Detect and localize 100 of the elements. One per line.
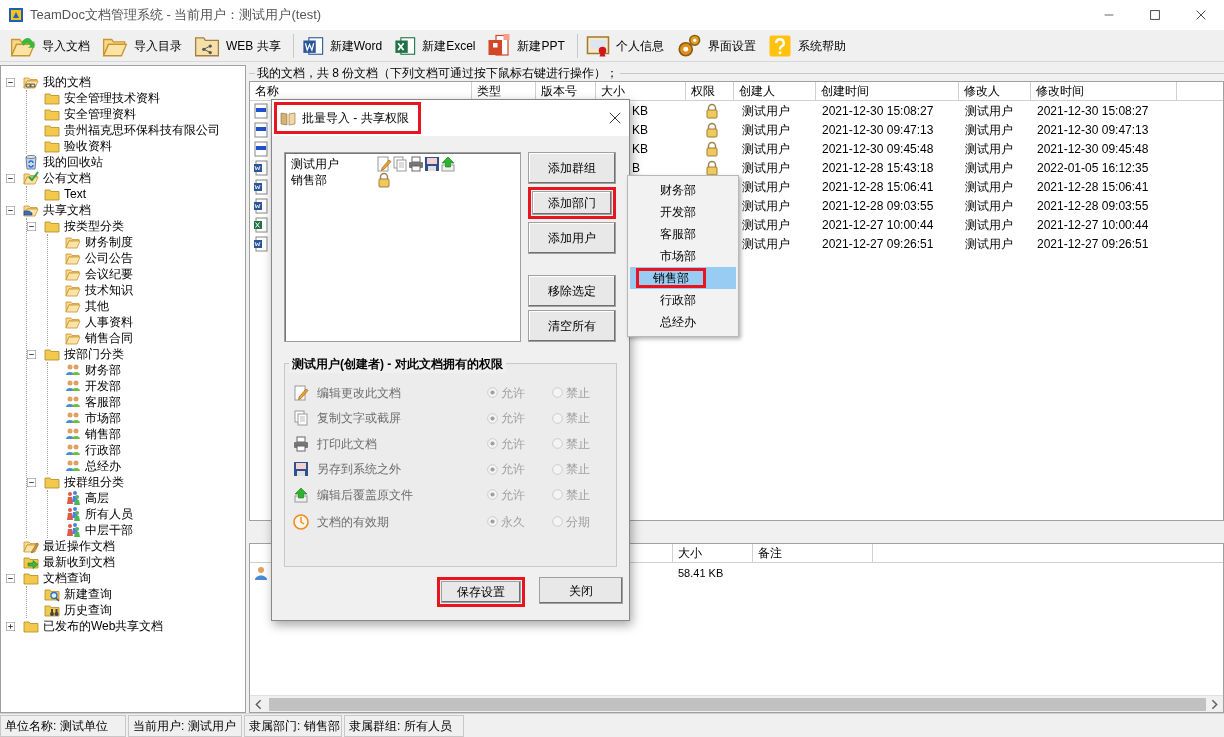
close-icon[interactable] <box>1196 10 1206 20</box>
tree-item[interactable]: 公有文档 <box>41 169 91 187</box>
tree-item[interactable]: 财务制度 <box>83 233 133 251</box>
modifier-cell-text: 测试用户 <box>965 121 1013 139</box>
permission-list[interactable]: 测试用户 销售部 <box>284 152 522 342</box>
tree-item[interactable]: 新建查询 <box>62 585 112 603</box>
date-cell-text: 2021-12-27 10:00:44 <box>822 216 934 234</box>
column-header[interactable]: 大小 <box>673 544 753 562</box>
tree-item[interactable]: 共享文档 <box>41 201 91 219</box>
tree-item[interactable]: 最近操作文档 <box>41 537 115 555</box>
collapse-icon[interactable] <box>6 77 15 87</box>
menu-item[interactable]: 总经办 <box>630 311 736 333</box>
column-header[interactable]: 备注 <box>753 544 873 562</box>
tree-item[interactable]: 开发部 <box>83 377 121 395</box>
tree-item[interactable]: 文档查询 <box>41 569 91 587</box>
dialog-button[interactable]: 关闭 <box>539 577 623 604</box>
dialog-button[interactable]: 添加用户 <box>528 222 617 254</box>
users-icon <box>65 426 81 442</box>
menu-item[interactable]: 销售部 <box>630 267 736 289</box>
dialog-button[interactable]: 移除选定 <box>528 275 617 307</box>
column-header[interactable]: 权限 <box>686 82 734 100</box>
expand-icon[interactable] <box>6 621 15 631</box>
dialog-button[interactable]: 保存设置 <box>441 581 521 603</box>
toolbar-button[interactable]: WEB 共享 <box>190 31 289 60</box>
menu-item[interactable]: 开发部 <box>630 201 736 223</box>
tree-item[interactable]: 贵州福克思环保科技有限公司 <box>62 121 220 139</box>
tree-item[interactable]: 总经办 <box>83 457 121 475</box>
date-cell-text: 2021-12-27 09:26:51 <box>1037 235 1149 253</box>
toolbar-button[interactable]: 导入目录 <box>98 31 190 60</box>
collapse-icon[interactable] <box>27 349 36 359</box>
tree-item[interactable]: 人事资料 <box>83 313 133 331</box>
folder-hand-icon <box>23 202 39 218</box>
open-folder-icon <box>65 266 81 282</box>
toolbar-button[interactable]: 界面设置 <box>671 31 764 60</box>
toolbar-button[interactable]: 系统帮助 <box>763 31 854 60</box>
tree-item[interactable]: 销售合同 <box>83 329 133 347</box>
menu-item[interactable]: 行政部 <box>630 289 736 311</box>
upload-arrow-icon <box>293 486 309 503</box>
users-icon <box>65 410 81 426</box>
toolbar-button[interactable]: 个人信息 <box>581 31 672 60</box>
modifier-cell-text: 测试用户 <box>965 178 1013 196</box>
tree-item[interactable]: 按群组分类 <box>62 473 124 491</box>
folder-icon <box>23 570 39 586</box>
tree-item[interactable]: 已发布的Web共享文档 <box>41 617 164 635</box>
date-cell-text: 2021-12-30 09:47:13 <box>1037 121 1149 139</box>
tree-item[interactable]: 历史查询 <box>62 601 112 619</box>
tree-item[interactable]: 公司公告 <box>83 249 133 267</box>
tree-item[interactable]: 我的文档 <box>41 73 91 91</box>
tree-item[interactable]: 高层 <box>83 489 109 507</box>
collapse-icon[interactable] <box>27 477 36 487</box>
close-icon[interactable] <box>609 112 621 124</box>
tree-item[interactable]: 市场部 <box>83 409 121 427</box>
toolbar-button[interactable]: 新建Excel <box>390 31 484 60</box>
printer-icon <box>293 435 309 452</box>
toolbar-button[interactable]: 新建PPT <box>483 31 573 60</box>
collapse-icon[interactable] <box>6 205 15 215</box>
tree-item[interactable]: 行政部 <box>83 441 121 459</box>
maximize-icon[interactable] <box>1150 10 1160 20</box>
column-header[interactable]: 创建人 <box>734 82 816 100</box>
tree-item[interactable]: 最新收到文档 <box>41 553 115 571</box>
column-header[interactable]: 修改人 <box>959 82 1031 100</box>
group-title: 测试用户(创建者) - 对此文档拥有的权限 <box>289 355 506 373</box>
tree-item[interactable]: 会议纪要 <box>83 265 133 283</box>
tree-item[interactable]: 安全管理技术资料 <box>62 89 160 107</box>
tree-item[interactable]: 中层干部 <box>83 521 133 539</box>
tree-item[interactable]: 安全管理资料 <box>62 105 136 123</box>
tree-item[interactable]: 客服部 <box>83 393 121 411</box>
tree-item[interactable]: Text <box>62 185 86 203</box>
creator-cell-text: 测试用户 <box>742 102 790 120</box>
tree-item[interactable]: 财务部 <box>83 361 121 379</box>
toolbar-button[interactable]: 导入文档 <box>6 31 98 60</box>
collapse-icon[interactable] <box>27 221 36 231</box>
tree-item[interactable]: 销售部 <box>83 425 121 443</box>
size-cell-text: KB <box>632 140 648 158</box>
folder-icon <box>44 346 60 362</box>
tree-item[interactable]: 验收资料 <box>62 137 112 155</box>
dialog-button[interactable]: 添加群组 <box>528 152 617 184</box>
tree-item[interactable]: 我的回收站 <box>41 153 103 171</box>
folder-chain-icon <box>23 74 39 90</box>
tree-item[interactable]: 按类型分类 <box>62 217 124 235</box>
list-entry-name: 销售部 <box>291 172 328 189</box>
collapse-icon[interactable] <box>6 573 15 583</box>
scrollbar-thumb[interactable] <box>269 697 1206 711</box>
open-folder-icon <box>65 234 81 250</box>
tree-item[interactable]: 技术知识 <box>83 281 133 299</box>
toolbar-button[interactable]: 新建Word <box>297 31 391 60</box>
menu-item[interactable]: 市场部 <box>630 245 736 267</box>
open-folder-icon <box>65 250 81 266</box>
menu-item[interactable]: 财务部 <box>630 179 736 201</box>
column-header[interactable]: 创建时间 <box>816 82 959 100</box>
tree-item[interactable]: 其他 <box>83 297 109 315</box>
menu-item[interactable]: 客服部 <box>630 223 736 245</box>
collapse-icon[interactable] <box>6 173 15 183</box>
column-header[interactable]: 修改时间 <box>1031 82 1177 100</box>
open-folder-icon <box>65 330 81 346</box>
dialog-button[interactable]: 添加部门 <box>532 191 613 215</box>
dialog-button[interactable]: 清空所有 <box>528 310 617 342</box>
tree-item[interactable]: 所有人员 <box>83 505 133 523</box>
status-field: 单位名称: 测试单位 <box>0 714 126 737</box>
tree-item[interactable]: 按部门分类 <box>62 345 124 363</box>
